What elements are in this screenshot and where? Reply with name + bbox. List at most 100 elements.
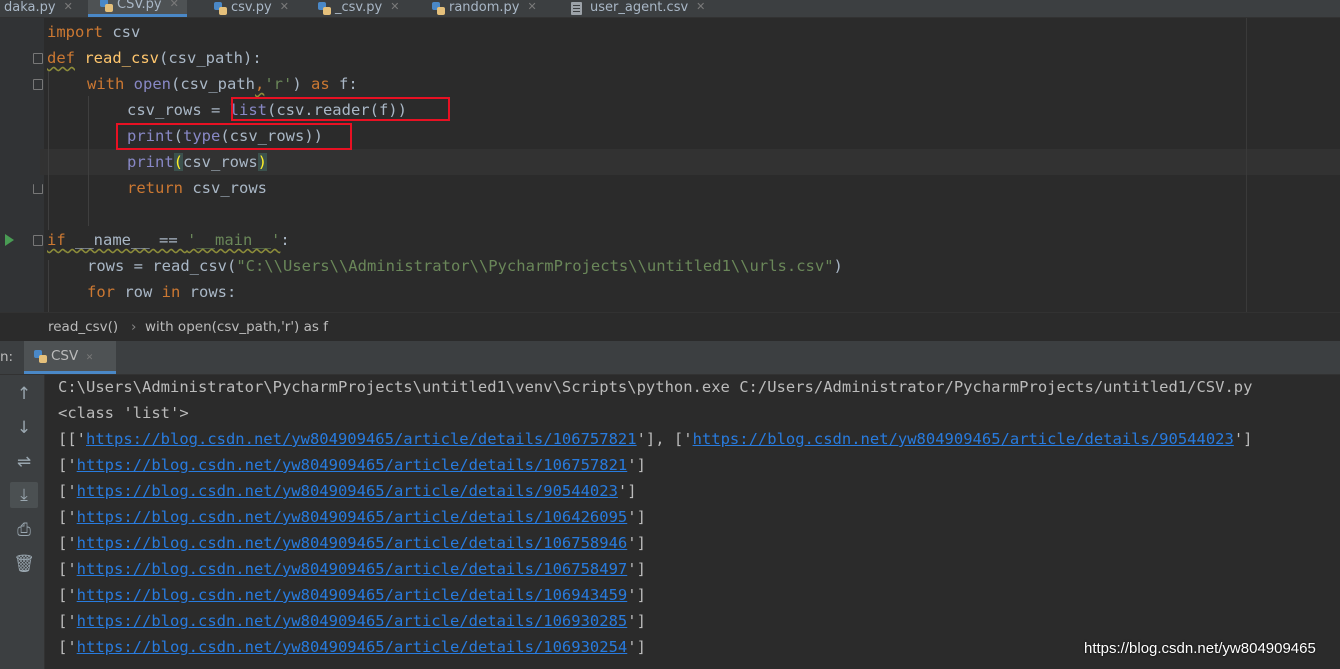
code-text: __name__ == bbox=[65, 231, 187, 249]
code-line[interactable]: with open(csv_path,'r') as f: bbox=[87, 71, 358, 97]
code-text: f: bbox=[329, 75, 358, 93]
function-name: read_csv bbox=[84, 49, 159, 67]
console-link[interactable]: https://blog.csdn.net/yw804909465/articl… bbox=[86, 430, 637, 448]
code-line[interactable]: print(csv_rows) bbox=[127, 149, 268, 175]
scroll-to-end-icon[interactable]: ⤓ bbox=[10, 482, 38, 508]
run-tab-csv[interactable]: CSV ✕ bbox=[24, 341, 116, 374]
console-text: [' bbox=[58, 586, 77, 604]
console-line: C:\Users\Administrator\PycharmProjects\u… bbox=[58, 378, 1253, 396]
code-text: csv_rows bbox=[183, 179, 267, 197]
close-icon[interactable]: ✕ bbox=[528, 0, 537, 17]
brace-match: ) bbox=[257, 153, 268, 171]
console-text: '] bbox=[627, 638, 646, 656]
watermark: https://blog.csdn.net/yw804909465 bbox=[1084, 640, 1316, 657]
up-arrow-icon[interactable]: ↑ bbox=[10, 381, 38, 407]
code-text: rows: bbox=[180, 283, 237, 301]
console-output[interactable]: C:\Users\Administrator\PycharmProjects\u… bbox=[45, 375, 1340, 669]
breadcrumb-separator: › bbox=[131, 319, 137, 335]
run-gutter-icon[interactable] bbox=[5, 234, 14, 246]
code-text: rows = read_csv( bbox=[87, 257, 237, 275]
console-text: '] bbox=[627, 534, 646, 552]
indent-guide bbox=[48, 260, 49, 312]
tab-csv-py[interactable]: CSV.py ✕ bbox=[88, 0, 187, 17]
brace-match: ( bbox=[173, 153, 184, 171]
console-link[interactable]: https://blog.csdn.net/yw804909465/articl… bbox=[77, 586, 628, 604]
fold-icon[interactable] bbox=[33, 235, 43, 246]
python-file-icon bbox=[34, 349, 47, 363]
indent-guide bbox=[88, 96, 89, 226]
tab-label: _csv.py bbox=[335, 0, 383, 15]
fold-icon[interactable] bbox=[33, 79, 43, 90]
console-link[interactable]: https://blog.csdn.net/yw804909465/articl… bbox=[77, 560, 628, 578]
console-link[interactable]: https://blog.csdn.net/yw804909465/articl… bbox=[77, 482, 618, 500]
console-line: ['https://blog.csdn.net/yw804909465/arti… bbox=[58, 634, 646, 660]
close-icon[interactable]: ✕ bbox=[86, 350, 93, 363]
console-line: ['https://blog.csdn.net/yw804909465/arti… bbox=[58, 504, 646, 530]
run-tool-window-header: n: CSV ✕ bbox=[0, 341, 1340, 375]
console-line: ['https://blog.csdn.net/yw804909465/arti… bbox=[58, 530, 646, 556]
code-line[interactable]: return csv_rows bbox=[127, 175, 267, 201]
highlight-box bbox=[231, 97, 450, 121]
keyword: with bbox=[87, 75, 125, 93]
console-text: '] bbox=[627, 612, 646, 630]
print-icon[interactable]: ⎙ bbox=[10, 517, 38, 543]
close-icon[interactable]: ✕ bbox=[64, 0, 73, 17]
breadcrumb-item[interactable]: with open(csv_path,'r') as f bbox=[145, 313, 328, 341]
close-icon[interactable]: ✕ bbox=[390, 0, 399, 17]
indent-guide bbox=[48, 70, 49, 230]
console-text: '] bbox=[627, 586, 646, 604]
fold-icon[interactable] bbox=[33, 53, 43, 64]
keyword: def bbox=[47, 49, 75, 67]
console-text: '], [' bbox=[636, 430, 693, 448]
trash-icon[interactable]: 🗑 bbox=[10, 551, 38, 577]
console-link[interactable]: https://blog.csdn.net/yw804909465/articl… bbox=[77, 638, 628, 656]
close-icon[interactable]: ✕ bbox=[280, 0, 289, 17]
console-text: '] bbox=[627, 456, 646, 474]
close-icon[interactable]: ✕ bbox=[170, 0, 179, 14]
console-line: ['https://blog.csdn.net/yw804909465/arti… bbox=[58, 582, 646, 608]
run-toolbar: ↑ ↓ ⇌ ⤓ ⎙ 🗑 bbox=[0, 375, 45, 669]
console-link[interactable]: https://blog.csdn.net/yw804909465/articl… bbox=[77, 456, 628, 474]
soft-wrap-icon[interactable]: ⇌ bbox=[10, 449, 38, 475]
console-line: ['https://blog.csdn.net/yw804909465/arti… bbox=[58, 478, 637, 504]
tab-daka-py[interactable]: daka.py ✕ bbox=[4, 0, 73, 17]
fold-end-icon[interactable] bbox=[33, 184, 43, 194]
csv-file-icon bbox=[571, 2, 582, 15]
string-literal: 'r' bbox=[264, 75, 293, 93]
keyword: as bbox=[311, 75, 330, 93]
breadcrumb-item[interactable]: read_csv() bbox=[48, 313, 118, 341]
console-text: '] bbox=[617, 482, 637, 500]
tab-random-py[interactable]: random.py ✕ bbox=[432, 0, 537, 17]
console-text: [' bbox=[58, 534, 77, 552]
code-line[interactable]: def read_csv(csv_path): bbox=[47, 45, 262, 71]
console-link[interactable]: https://blog.csdn.net/yw804909465/articl… bbox=[77, 612, 628, 630]
console-text: [' bbox=[58, 560, 77, 578]
console-text: '] bbox=[627, 508, 646, 526]
python-file-icon bbox=[432, 2, 445, 15]
code-line[interactable]: rows = read_csv("C:\\Users\\Administrato… bbox=[87, 253, 843, 279]
console-link[interactable]: https://blog.csdn.net/yw804909465/articl… bbox=[77, 534, 628, 552]
tab-user-agent-csv[interactable]: user_agent.csv ✕ bbox=[571, 0, 705, 17]
code-text: row bbox=[115, 283, 162, 301]
code-line[interactable]: if __name__ == '__main__': bbox=[47, 227, 290, 253]
run-tab-label: CSV bbox=[51, 348, 79, 364]
down-arrow-icon[interactable]: ↓ bbox=[10, 415, 38, 441]
code-line[interactable]: for row in rows: bbox=[87, 279, 236, 305]
tab-underscore-csv-py[interactable]: _csv.py ✕ bbox=[318, 0, 399, 17]
close-icon[interactable]: ✕ bbox=[696, 0, 705, 17]
console-text: '] bbox=[627, 560, 646, 578]
keyword: in bbox=[161, 283, 181, 301]
tab-label: csv.py bbox=[231, 0, 272, 15]
console-link[interactable]: https://blog.csdn.net/yw804909465/articl… bbox=[693, 430, 1234, 448]
tab-csv-lower-py[interactable]: csv.py ✕ bbox=[214, 0, 289, 17]
console-text: '] bbox=[1233, 430, 1253, 448]
code-editor[interactable]: import csv def read_csv(csv_path): with … bbox=[0, 18, 1340, 312]
code-line[interactable]: import csv bbox=[47, 19, 140, 45]
builtin: open bbox=[133, 75, 171, 93]
code-text: ) bbox=[833, 257, 843, 275]
tab-label: daka.py bbox=[4, 0, 56, 15]
console-text: [' bbox=[58, 456, 77, 474]
console-link[interactable]: https://blog.csdn.net/yw804909465/articl… bbox=[77, 508, 628, 526]
builtin: print bbox=[127, 153, 174, 171]
code-text: , bbox=[255, 75, 265, 93]
